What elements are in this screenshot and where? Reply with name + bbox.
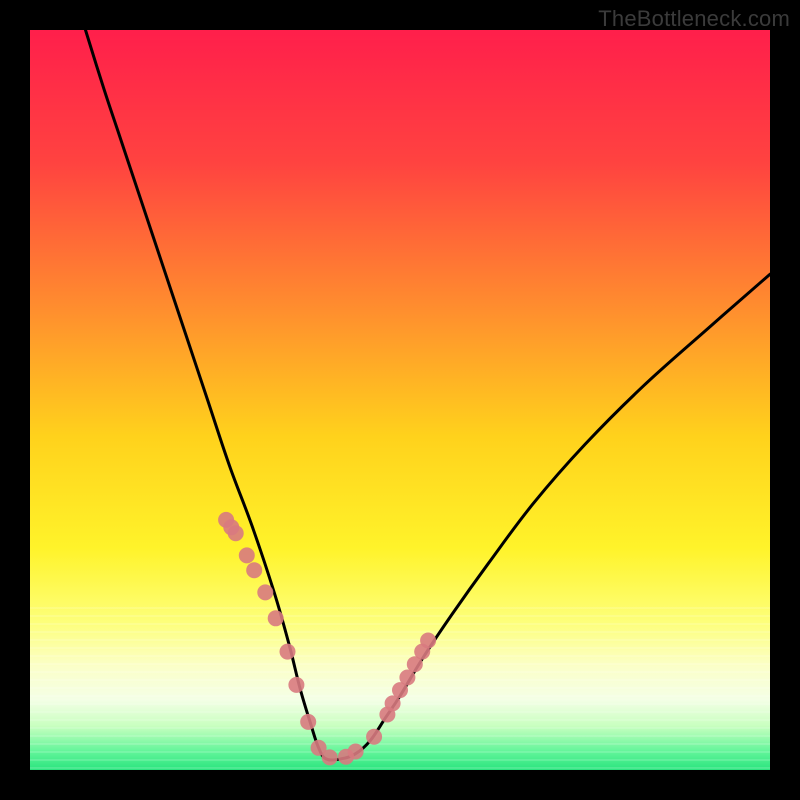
plot-svg — [30, 30, 770, 770]
marker-dot — [268, 610, 284, 626]
marker-dot — [228, 525, 244, 541]
marker-dot — [288, 677, 304, 693]
marker-dot — [246, 562, 262, 578]
marker-dot — [420, 633, 436, 649]
marker-dot — [322, 749, 338, 765]
watermark-label: TheBottleneck.com — [598, 6, 790, 32]
marker-group — [218, 512, 436, 766]
plot-area — [30, 30, 770, 770]
marker-dot — [366, 729, 382, 745]
marker-dot — [239, 547, 255, 563]
marker-dot — [348, 744, 364, 760]
marker-dot — [280, 644, 296, 660]
marker-dot — [300, 714, 316, 730]
chart-stage: TheBottleneck.com — [0, 0, 800, 800]
marker-dot — [257, 584, 273, 600]
